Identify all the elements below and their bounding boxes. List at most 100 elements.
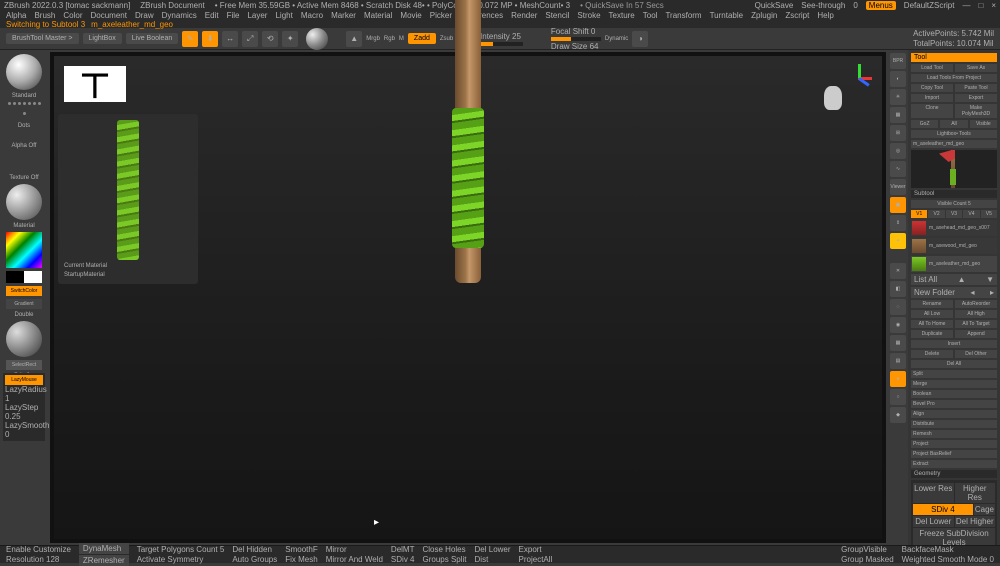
smoothf[interactable]: SmoothF [285,545,317,554]
zadd-btn[interactable]: Zadd [408,33,436,44]
bpr-icon[interactable]: BPR [890,53,906,69]
split-btn[interactable]: Split [911,370,997,378]
frame-icon[interactable]: ▣ [890,197,906,213]
scale-mode-icon[interactable]: ⤢ [242,31,258,47]
brushtool-master[interactable]: BrushTool Master > [6,33,79,44]
menu-material[interactable]: Material [364,11,392,20]
freeze-btn[interactable]: Freeze SubDivision Levels [913,528,995,545]
extra-icon[interactable]: ◆ [890,407,906,423]
targetpoly[interactable]: Target Polygons Count 5 [137,545,225,554]
ghost-icon[interactable]: ◌ [890,299,906,315]
view-icon[interactable]: Viewer [890,179,906,195]
menu-edit[interactable]: Edit [205,11,219,20]
menu-texture[interactable]: Texture [609,11,635,20]
selectrect-btn[interactable]: SelectRect SelectLa [6,360,42,370]
v2[interactable]: V2 [928,210,944,218]
gizmo3d-icon[interactable]: ✦ [890,233,906,249]
zsub-label[interactable]: Zsub [440,36,453,42]
blur-icon[interactable]: ∿ [890,161,906,177]
merge-btn[interactable]: Merge [911,380,997,388]
boolean-btn[interactable]: Boolean [911,390,997,398]
mrgb-btn[interactable]: ▲ [346,31,362,47]
dynamesh-btn[interactable]: DynaMesh [79,543,129,554]
axis-gizmo[interactable] [844,64,874,94]
liveboolean-btn[interactable]: Live Boolean [126,33,178,44]
cage-btn[interactable]: Cage [974,504,995,515]
dynamic-label[interactable]: Dynamic [605,36,628,42]
pastetool-btn[interactable]: Paste Tool [955,84,997,92]
duplicate-btn[interactable]: Duplicate [911,330,953,338]
delall-btn[interactable]: Del All [911,360,997,368]
menu-zplugin[interactable]: Zplugin [751,11,777,20]
v5[interactable]: V5 [981,210,997,218]
seethrough-label[interactable]: See-through [801,1,845,10]
v1[interactable]: V1 [911,210,927,218]
newfolder-btn[interactable]: New Folder◂▸ [911,287,997,298]
listall-btn[interactable]: List All▲▼ [911,274,997,285]
insert-btn[interactable]: Insert [911,340,997,348]
dynamic-icon[interactable]: ◑ [632,31,648,47]
menu-stroke[interactable]: Stroke [577,11,600,20]
camera-head-icon[interactable] [824,86,842,110]
axe-model[interactable] [455,93,481,483]
stroke-selector[interactable] [6,102,42,120]
default-zscript[interactable]: DefaultZScript [904,1,955,10]
menu-help[interactable]: Help [817,11,833,20]
lightboxtools-btn[interactable]: Lightbox• Tools [911,130,997,138]
scroll-icon[interactable]: ⇕ [890,215,906,231]
groupvisible[interactable]: GroupVisible [841,545,893,554]
dellower-btn[interactable]: Del Lower [913,516,954,527]
geometry-header[interactable]: Geometry [911,470,997,478]
alpha-label[interactable]: Alpha Off [12,143,37,149]
remesh-btn[interactable]: Remesh [911,430,997,438]
closeholes[interactable]: Close Holes [422,545,466,554]
autoreorder-btn[interactable]: AutoReorder [955,300,997,308]
menus-toggle[interactable]: Menus [866,1,896,10]
menu-stencil[interactable]: Stencil [545,11,569,20]
delhigher-btn[interactable]: Del Higher [955,516,996,527]
rgb-label[interactable]: Rgb [384,36,395,42]
export-btn[interactable]: Export [955,94,997,102]
clone-btn[interactable]: Clone [911,104,953,118]
menu-brush[interactable]: Brush [34,11,55,20]
menu-picker[interactable]: Picker [430,11,452,20]
projectbas-btn[interactable]: Project BasRelief [911,450,997,458]
activetool-name[interactable]: m_axeleather_md_geo [911,140,997,148]
v4[interactable]: V4 [963,210,979,218]
lazystep[interactable]: LazyStep 0.25 [5,403,43,421]
extract-btn[interactable]: Extract [911,460,997,468]
delhidden[interactable]: Del Hidden [232,545,277,554]
copytool-btn[interactable]: Copy Tool [911,84,953,92]
menu-movie[interactable]: Movie [400,11,421,20]
alltohome-btn[interactable]: All To Home [911,320,953,328]
swatch-white[interactable] [24,271,42,283]
zremesher-btn[interactable]: ZRemesher [79,555,129,566]
swatch-black[interactable] [6,271,24,283]
move-mode-icon[interactable]: ↔ [222,31,238,47]
subtool-axehead[interactable]: m_axehead_md_geo_x007 [911,220,997,236]
gradient-btn[interactable]: Gradient [6,299,42,309]
goz-btn[interactable]: GoZ [911,120,938,128]
draw-mode-icon[interactable]: ⬇ [202,31,218,47]
sculptris-mode[interactable] [306,28,328,50]
maximize-icon[interactable]: □ [978,1,983,10]
subtool-axeleather[interactable]: m_axeleather_md_geo [911,256,997,272]
edit-mode-icon[interactable]: ✎ [182,31,198,47]
solo-icon[interactable]: ◉ [890,317,906,333]
viewport[interactable]: 丅 Current Material StartupMaterial ▸ [54,56,882,539]
distribute-btn[interactable]: Distribute [911,420,997,428]
menu-tool[interactable]: Tool [643,11,658,20]
texture-label[interactable]: Texture Off [9,175,38,181]
floor-icon[interactable]: ⊞ [890,125,906,141]
delother-btn[interactable]: Del Other [955,350,997,358]
menu-color[interactable]: Color [63,11,82,20]
double-label[interactable]: Double [14,312,33,318]
menu-macro[interactable]: Macro [301,11,323,20]
bevelpro-btn[interactable]: Bevel Pro [911,400,997,408]
switchcolor-btn[interactable]: SwitchColor [6,286,42,296]
saveas-btn[interactable]: Save As [955,64,997,72]
all-btn[interactable]: All [940,120,967,128]
bb-dellower[interactable]: Del Lower [475,545,511,554]
mirror[interactable]: Mirror [326,545,383,554]
enablecustom[interactable]: Enable Customize [6,545,71,554]
